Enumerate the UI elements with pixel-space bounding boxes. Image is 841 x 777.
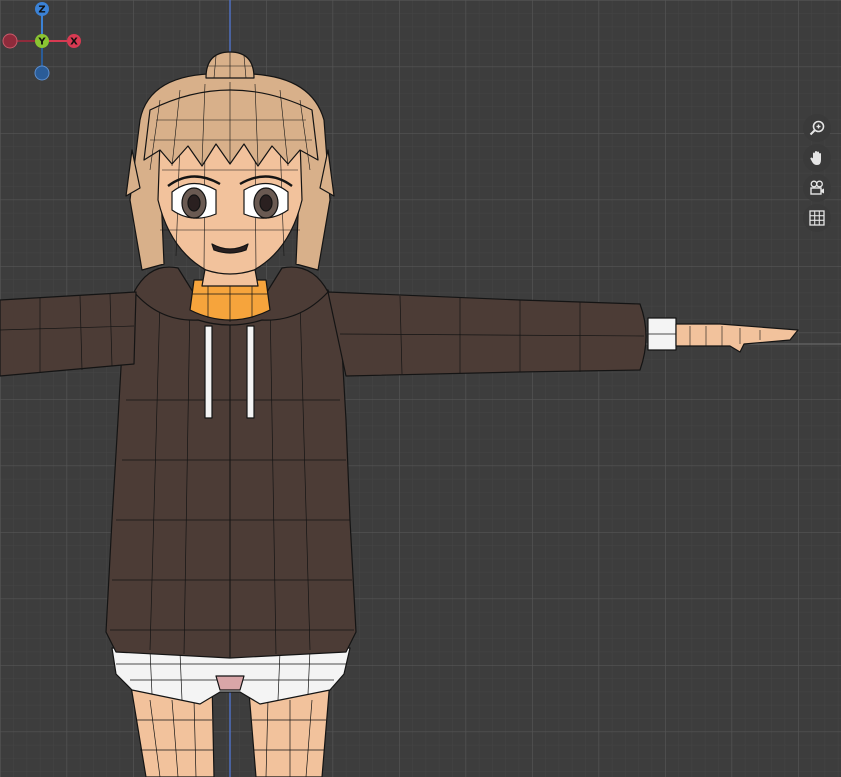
drawstring-right — [246, 325, 255, 419]
toggle-perspective-button[interactable] — [803, 204, 831, 232]
camera-icon — [810, 180, 824, 195]
grid-icon — [809, 210, 825, 226]
hand-pan-icon — [810, 151, 821, 165]
neg-x-axis-handle[interactable] — [2, 33, 18, 49]
left-arm — [0, 291, 137, 377]
z-axis-label: Z — [38, 5, 45, 16]
drawstring-left — [204, 325, 213, 419]
neg-z-axis-handle[interactable] — [34, 65, 50, 81]
camera-view-button[interactable] — [803, 174, 831, 202]
axis-gizmo[interactable]: Z X Y — [0, 0, 86, 86]
pan-button[interactable] — [803, 144, 831, 172]
hair-bangs — [143, 89, 319, 167]
hoodie — [105, 266, 357, 659]
viewport-scene — [0, 0, 841, 777]
3d-viewport[interactable]: Z X Y — [0, 0, 841, 777]
y-axis-label: Y — [37, 37, 46, 48]
x-axis-label: X — [70, 37, 78, 48]
zoom-button[interactable] — [803, 114, 831, 142]
zoom-icon — [809, 120, 825, 136]
